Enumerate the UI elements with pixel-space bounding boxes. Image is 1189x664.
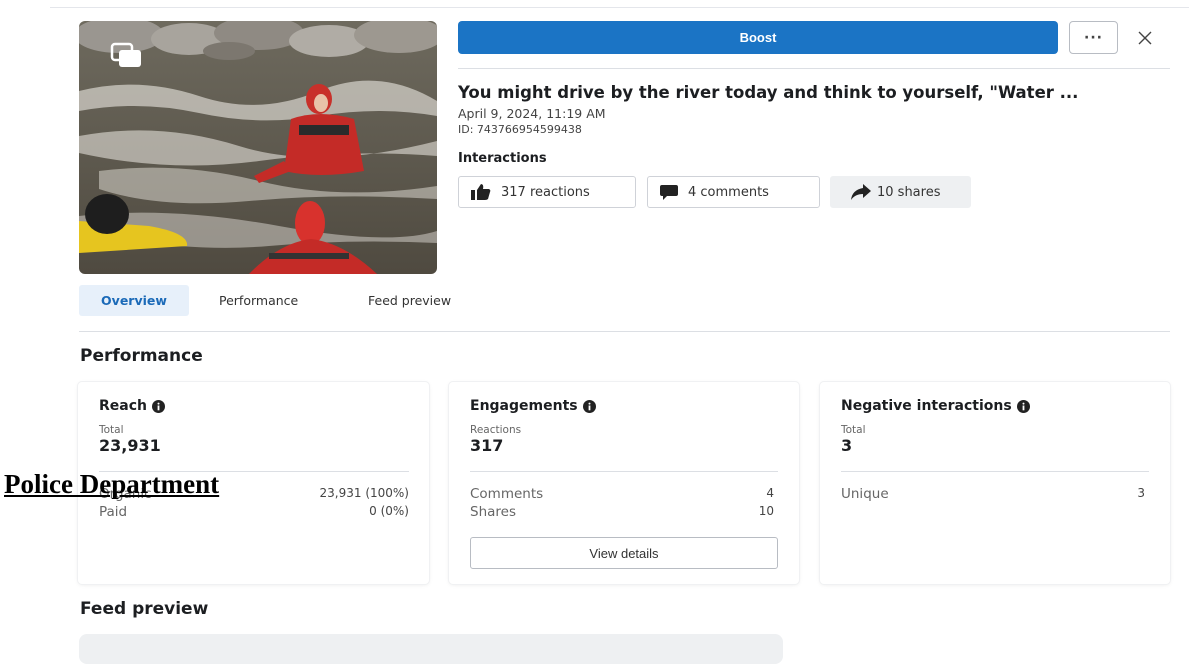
view-details-button[interactable]: View details [470, 537, 778, 569]
comments-label: 4 comments [688, 184, 769, 200]
reach-row-paid: Paid 0 (0%) [99, 504, 409, 520]
feed-preview-box [79, 634, 783, 664]
engagements-title-label: Engagements [470, 398, 578, 414]
negative-title-label: Negative interactions [841, 398, 1012, 414]
reactions-label: 317 reactions [501, 184, 590, 200]
more-icon: ··· [1084, 29, 1103, 46]
feed-preview-heading: Feed preview [80, 599, 209, 619]
interactions-heading: Interactions [458, 151, 547, 166]
performance-heading: Performance [80, 346, 203, 366]
row-value: 0 (0%) [369, 504, 409, 518]
negative-metric-label: Total [841, 424, 866, 436]
comment-icon [660, 184, 678, 200]
row-value: 4 [766, 486, 774, 500]
thumbs-up-icon [471, 184, 491, 200]
post-title: You might drive by the river today and t… [458, 83, 1079, 102]
card-divider [470, 471, 778, 472]
tab-overview[interactable]: Overview [79, 285, 189, 316]
card-divider [841, 471, 1149, 472]
row-label: Comments [470, 486, 544, 502]
negative-interactions-card: Negative interactions Total 3 Unique 3 [820, 382, 1170, 584]
tab-performance[interactable]: Performance [219, 285, 298, 316]
reach-title: Reach [99, 398, 165, 414]
reactions-chip[interactable]: 317 reactions [458, 176, 636, 208]
row-label: Unique [841, 486, 889, 502]
reach-title-label: Reach [99, 398, 147, 414]
more-options-button[interactable]: ··· [1069, 21, 1118, 54]
tab-feed-preview[interactable]: Feed preview [368, 285, 451, 316]
engagements-card: Engagements Reactions 317 Comments 4 Sha… [449, 382, 799, 584]
row-value: 23,931 (100%) [319, 486, 409, 500]
close-button[interactable] [1132, 25, 1158, 51]
post-id: ID: 743766954599438 [458, 123, 582, 136]
header-divider [458, 68, 1170, 69]
reach-metric-value: 23,931 [99, 436, 161, 455]
shares-label: 10 shares [877, 184, 941, 200]
info-icon[interactable] [152, 399, 165, 413]
post-date: April 9, 2024, 11:19 AM [458, 106, 606, 121]
engagements-row-comments: Comments 4 [470, 486, 774, 502]
negative-row-unique: Unique 3 [841, 486, 1145, 502]
share-icon [851, 184, 871, 200]
engagements-metric-label: Reactions [470, 424, 522, 436]
reach-metric-label: Total [99, 424, 124, 436]
shares-chip[interactable]: 10 shares [830, 176, 971, 208]
engagements-metric-value: 317 [470, 436, 504, 455]
post-thumbnail[interactable] [79, 21, 437, 274]
info-icon[interactable] [582, 399, 596, 413]
negative-title: Negative interactions [841, 398, 1030, 414]
overlay-caption: Police Department [4, 469, 220, 499]
row-label: Paid [99, 504, 128, 520]
row-value: 3 [1137, 486, 1145, 500]
row-value: 10 [758, 504, 774, 518]
tabs-divider [79, 331, 1170, 332]
close-icon [1138, 31, 1152, 45]
info-icon[interactable] [1016, 399, 1030, 413]
engagements-row-shares: Shares 10 [470, 504, 774, 520]
row-label: Shares [470, 504, 516, 520]
negative-metric-value: 3 [841, 436, 853, 455]
comments-chip[interactable]: 4 comments [647, 176, 820, 208]
multiple-photos-icon [110, 42, 141, 67]
engagements-title: Engagements [470, 398, 596, 414]
top-divider [50, 7, 1189, 8]
boost-button[interactable]: Boost [458, 21, 1058, 54]
